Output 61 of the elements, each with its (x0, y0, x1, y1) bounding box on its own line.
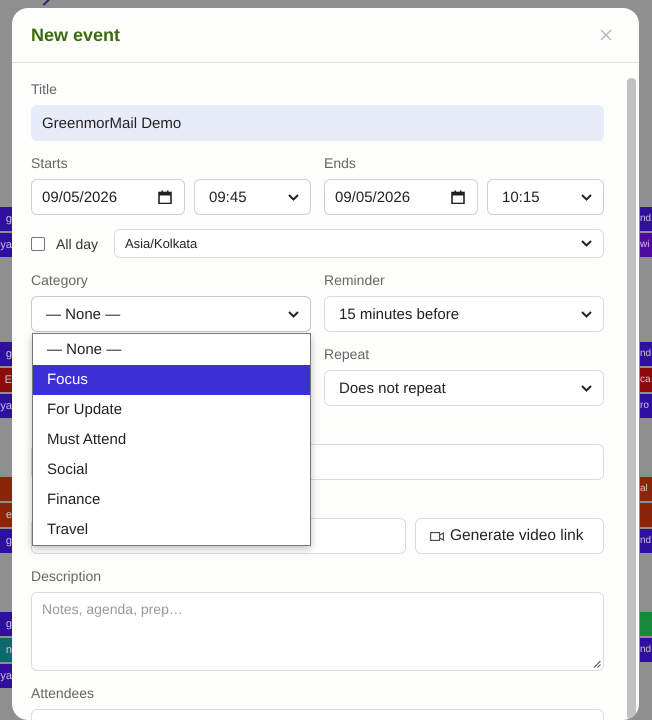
field-label: Title (31, 81, 58, 97)
time-select[interactable]: 09:45 (194, 179, 311, 215)
event-chip[interactable]: e (0, 503, 12, 527)
event-chip[interactable]: ca (640, 368, 652, 392)
event-chip[interactable]: ya (0, 394, 12, 418)
event-chip[interactable]: wi (640, 233, 652, 257)
dropdown-option[interactable]: Finance (33, 485, 310, 515)
event-chip[interactable]: g (0, 342, 12, 366)
chevron-down-icon (287, 310, 300, 318)
chevron-down-icon (580, 192, 593, 202)
close-icon (600, 29, 612, 41)
dropdown-option[interactable]: — None — (33, 335, 310, 365)
field-label: Reminder (324, 272, 386, 288)
event-chip[interactable]: ya (0, 233, 12, 257)
dropdown-option[interactable]: Focus (33, 365, 310, 395)
category-select[interactable]: — None — (31, 296, 311, 332)
time-select[interactable]: 10:15 (487, 179, 604, 215)
event-chip[interactable]: nd (640, 342, 652, 366)
field-label: Attendees (31, 685, 96, 701)
dialog-title: New event (31, 24, 120, 46)
timezone-select[interactable]: Asia/Kolkata (114, 229, 604, 258)
calendar-icon (451, 190, 465, 204)
repeat-select[interactable]: Does not repeat (324, 370, 604, 406)
event-chip[interactable]: ro (640, 394, 652, 418)
reminder-select[interactable]: 15 minutes before (324, 296, 604, 332)
field-label: Repeat (324, 346, 370, 362)
event-chip[interactable]: nd (640, 638, 652, 662)
title-field[interactable]: GreenmorMail Demo (31, 105, 604, 141)
event-chip[interactable]: n (0, 638, 12, 662)
checkbox-label: All day (56, 236, 100, 252)
video-camera-icon (430, 530, 444, 542)
event-chip[interactable]: ya (0, 664, 12, 688)
event-chip[interactable]: g (0, 529, 12, 553)
dropdown-option[interactable]: Must Attend (33, 425, 310, 455)
chevron-down-icon (287, 192, 300, 202)
chevron-down-icon (580, 239, 593, 248)
event-chip[interactable] (640, 612, 652, 636)
dropdown-option[interactable]: Social (33, 455, 310, 485)
event-chip[interactable]: g (0, 612, 12, 636)
date-field[interactable]: 09/05/2026 (324, 179, 478, 215)
event-chip[interactable]: al (640, 477, 652, 501)
event-chip[interactable] (0, 477, 12, 501)
event-chip[interactable]: g (0, 207, 12, 231)
field-label: Category (31, 272, 89, 288)
event-chip[interactable]: nd (640, 529, 652, 553)
chevron-down-icon (580, 384, 593, 392)
event-chip[interactable] (640, 503, 652, 527)
chevron-down-icon (580, 310, 593, 318)
calendar-icon (158, 190, 172, 204)
field-label: Starts (31, 155, 69, 171)
date-field[interactable]: 09/05/2026 (31, 179, 185, 215)
event-chip[interactable]: E (0, 368, 12, 392)
field-label: Description (31, 568, 102, 584)
scrollbar[interactable] (627, 78, 636, 720)
dropdown-option[interactable]: For Update (33, 395, 310, 425)
event-chip[interactable]: nd (640, 207, 652, 231)
field-label: Ends (324, 155, 357, 171)
dropdown-option[interactable]: Travel (33, 515, 310, 545)
resize-grip-icon (593, 660, 601, 668)
generate-video-link-button[interactable]: Generate video link (415, 518, 604, 554)
checkbox[interactable] (31, 236, 45, 250)
